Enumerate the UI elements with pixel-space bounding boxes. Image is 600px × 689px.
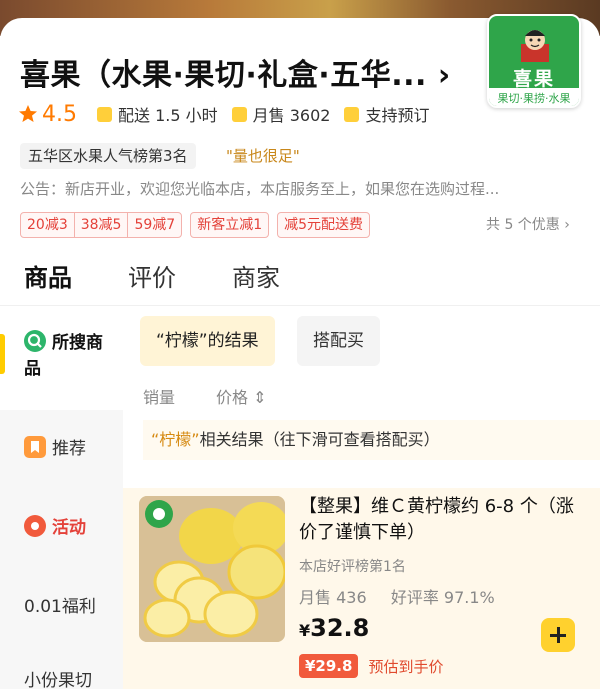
coupon-item: 59减7 — [134, 217, 176, 233]
preorder-info: 支持预订 — [344, 102, 429, 126]
preorder-text: 支持预订 — [365, 106, 430, 125]
shop-meta: 4.5 配送 1.5 小时 月售 3602 支持预订 — [18, 100, 443, 128]
add-to-cart-button[interactable] — [541, 618, 575, 652]
tab-merchant[interactable]: 商家 — [232, 258, 280, 293]
sidebar-item-recommend[interactable]: 推荐 — [0, 434, 123, 459]
coupon-item: 20减3 — [21, 213, 75, 237]
star-icon — [19, 105, 37, 122]
tag-icon — [231, 106, 247, 122]
more-coupons-link[interactable]: 共 5 个优惠 › — [486, 214, 570, 234]
logo-sub-text: 果切·果捞·水果 — [489, 88, 579, 106]
shop-notice[interactable]: 公告：新店开业，欢迎您光临本店，本店服务至上，如果您在选购过程... — [20, 178, 580, 199]
coupon-item: 新客立减1 — [197, 217, 263, 233]
discount-tag-icon — [24, 515, 46, 537]
sidebar-item-label: 活动 — [52, 518, 86, 538]
promo-price: ¥29.8 — [299, 654, 359, 678]
product-price: ¥32.8 — [299, 614, 369, 642]
sidebar-item-activities[interactable]: 活动 — [0, 513, 123, 538]
review-quote: "量也很足" — [226, 147, 300, 165]
clock-icon — [97, 106, 112, 122]
chevron-right-icon: › — [437, 58, 451, 93]
coupon-item: 38减5 — [75, 213, 129, 237]
coupon-group-discount[interactable]: 20减3 38减5 59减7 — [20, 212, 183, 238]
filter-search-results[interactable]: “柠檬”的结果 — [140, 316, 275, 366]
delivery-info: 配送 1.5 小时 — [97, 102, 218, 126]
shop-rating: 4.5 — [42, 101, 77, 127]
bookmark-icon — [24, 436, 46, 458]
related-results-hint: “柠檬”相关结果（往下滑可查看搭配买） — [143, 420, 600, 460]
filter-combo-buy[interactable]: 搭配买 — [297, 316, 380, 366]
product-card[interactable]: 【整果】维Ｃ黄柠檬约 6-8 个（涨价了谨慎下单） 本店好评榜第1名 月售 43… — [123, 488, 600, 689]
tab-products[interactable]: 商品 — [24, 258, 72, 293]
note-icon — [344, 106, 360, 122]
product-image[interactable] — [139, 496, 285, 642]
coupon-row[interactable]: 20减3 38减5 59减7 新客立减1 减5元配送费 — [20, 212, 378, 238]
coupon-item: 减5元配送费 — [284, 217, 364, 233]
hint-query: “柠檬” — [151, 430, 200, 449]
mascot-icon — [521, 30, 549, 62]
shop-tabs: 商品 评价 商家 — [0, 250, 600, 306]
sales-info: 月售 3602 — [231, 102, 331, 126]
sort-by-sales[interactable]: 销量 — [143, 384, 175, 408]
sidebar-item-benefit[interactable]: 0.01福利 — [0, 592, 123, 617]
logo-brand-text: 喜果 — [512, 68, 555, 90]
promo-label: 预估到手价 — [368, 657, 444, 676]
shop-title-text: 喜果（水果·果切·礼盒·五华... — [20, 58, 427, 93]
shop-logo: 喜果 果切·果捞·水果 — [487, 14, 581, 108]
product-list-panel: “柠檬”的结果 搭配买 销量 价格 ⇕ “柠檬”相关结果（往下滑可查看搭配买） … — [123, 306, 600, 689]
sidebar-item-label: 推荐 — [52, 439, 86, 459]
delivery-text: 配送 1.5 小时 — [118, 106, 218, 125]
product-positive-rate: 好评率 97.1% — [390, 588, 495, 607]
product-monthly-sales: 月售 436 — [299, 588, 367, 607]
search-icon — [24, 330, 46, 352]
product-rank: 本店好评榜第1名 — [299, 559, 406, 575]
coupon-group-delivery[interactable]: 减5元配送费 — [277, 212, 371, 238]
coupon-group-new-user[interactable]: 新客立减1 — [190, 212, 270, 238]
price-currency: ¥ — [299, 621, 311, 640]
tab-reviews[interactable]: 评价 — [128, 258, 176, 293]
sidebar-item-label: 0.01福利 — [24, 597, 96, 617]
category-sidebar: 所搜商品 推荐 活动 0.01福利 小份果切 — [0, 306, 123, 689]
rank-badge[interactable]: 五华区水果人气榜第3名 — [20, 143, 196, 169]
sort-by-price[interactable]: 价格 ⇕ — [216, 384, 267, 408]
lemon-image — [139, 496, 285, 642]
hint-text: 相关结果（往下滑可查看搭配买） — [199, 430, 440, 449]
sidebar-item-search-results[interactable]: 所搜商品 — [0, 330, 112, 382]
product-name[interactable]: 【整果】维Ｃ黄柠檬约 6-8 个（涨价了谨慎下单） — [299, 494, 589, 546]
promo-price-row: ¥29.8 预估到手价 — [299, 654, 443, 678]
product-stats: 月售 436 好评率 97.1% — [299, 584, 495, 608]
sales-text: 月售 3602 — [252, 106, 331, 125]
sidebar-item-label: 小份果切 — [24, 671, 92, 689]
shop-title[interactable]: 喜果（水果·果切·礼盒·五华... › — [20, 50, 451, 94]
sidebar-item-small-cut[interactable]: 小份果切 — [0, 666, 123, 689]
price-value: 32.8 — [310, 614, 370, 642]
